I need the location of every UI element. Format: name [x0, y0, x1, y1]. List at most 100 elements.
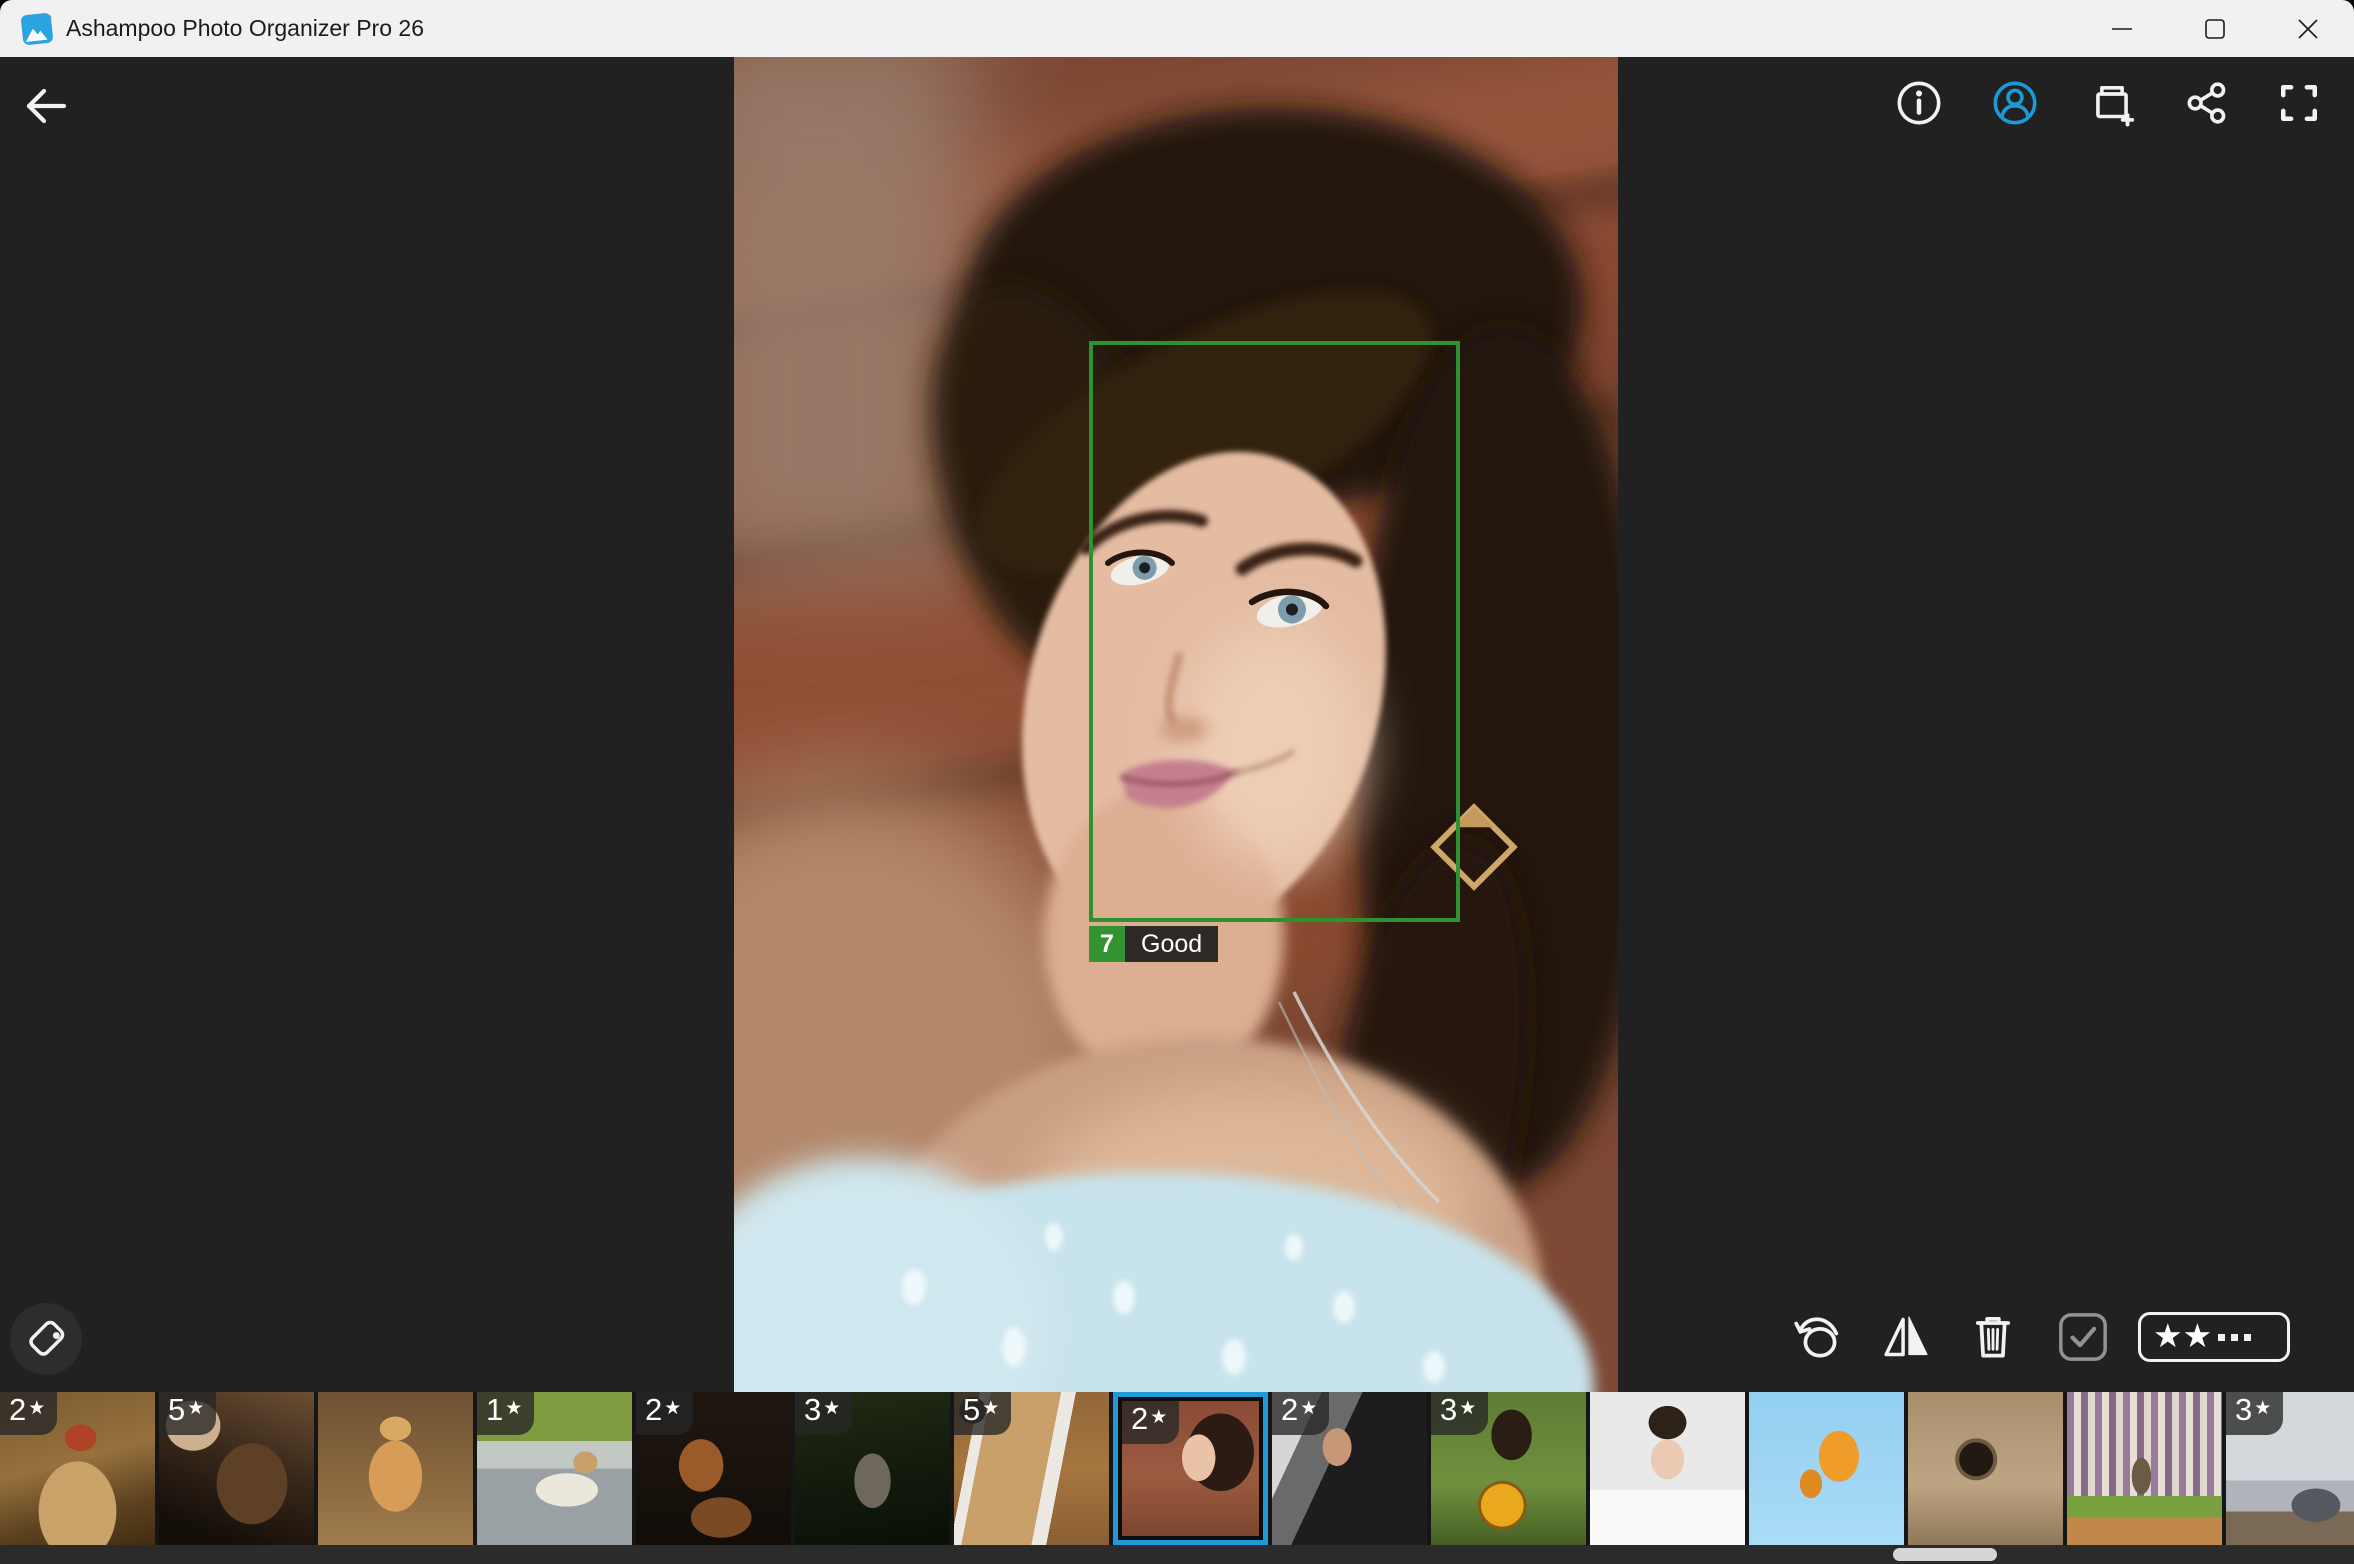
- filmstrip-scrollbar-track[interactable]: [0, 1545, 2354, 1564]
- info-button[interactable]: [1890, 74, 1948, 132]
- back-button[interactable]: [16, 77, 74, 135]
- thumbnail-image: 5 ★: [954, 1392, 1109, 1545]
- thumbnail-orange-cat[interactable]: [318, 1392, 473, 1545]
- rating-badge-star-icon: ★: [1459, 1397, 1476, 1419]
- star-rating-stars: ★★: [2153, 1322, 2251, 1352]
- face-score-badge: 7: [1089, 926, 1125, 962]
- tag-button[interactable]: [10, 1303, 82, 1375]
- thumbnail-siamese-cat[interactable]: 5 ★: [159, 1392, 314, 1545]
- thumbnail-image: [1908, 1392, 2063, 1545]
- rating-badge-number: 3: [2235, 1394, 2252, 1427]
- rotate-left-button[interactable]: [1791, 1308, 1849, 1366]
- thumbnail-woman-in-black[interactable]: 2 ★: [1272, 1392, 1427, 1545]
- rating-badge-star-icon: ★: [664, 1397, 681, 1419]
- thumbnail-balcony-cat[interactable]: [2067, 1392, 2222, 1545]
- thumbnail-orange-flowers[interactable]: [1749, 1392, 1904, 1545]
- thumbnail-image: 2 ★: [636, 1392, 791, 1545]
- thumbnail-cat-on-pavement[interactable]: 1 ★: [477, 1392, 632, 1545]
- thumbnail-image: [1749, 1392, 1904, 1545]
- window-controls: [2075, 0, 2354, 57]
- star-empty-dot: [2218, 1334, 2225, 1341]
- thumbnail-gray-cat-window[interactable]: 3 ★: [2226, 1392, 2354, 1545]
- rating-badge: 2 ★: [1122, 1401, 1179, 1444]
- maximize-button[interactable]: [2168, 0, 2261, 57]
- close-icon: [2284, 5, 2332, 53]
- rating-badge-star-icon: ★: [28, 1397, 45, 1419]
- thumbnail-kitten[interactable]: 3 ★: [795, 1392, 950, 1545]
- delete-button[interactable]: [1964, 1308, 2022, 1366]
- star-filled: ★: [2183, 1319, 2213, 1352]
- rating-badge-number: 2: [9, 1394, 26, 1427]
- face-recognition-icon: [1988, 76, 2042, 130]
- thumbnail-dark-orange-cat[interactable]: 2 ★: [636, 1392, 791, 1545]
- star-rating-control[interactable]: ★★: [2138, 1312, 2290, 1362]
- rating-badge-number: 5: [963, 1394, 980, 1427]
- filmstrip-scrollbar-thumb[interactable]: [1893, 1548, 1997, 1561]
- app-window: Ashampoo Photo Organizer Pro 26: [0, 0, 2354, 1564]
- thumbnail-image: 2 ★: [1122, 1401, 1259, 1536]
- thumbnail-ladybug[interactable]: 2 ★: [0, 1392, 155, 1545]
- fullscreen-button[interactable]: [2270, 74, 2328, 132]
- thumbnail-woman-sunflower[interactable]: 3 ★: [1431, 1392, 1586, 1545]
- thumbnail-image: 1 ★: [477, 1392, 632, 1545]
- thumbnail-photo-book-cat[interactable]: 5 ★: [954, 1392, 1109, 1545]
- rating-badge: 2 ★: [1272, 1392, 1329, 1435]
- thumbnail-image: [318, 1392, 473, 1545]
- thumbnail-image: 5 ★: [159, 1392, 314, 1545]
- star-filled: ★: [2153, 1319, 2183, 1352]
- rating-badge-number: 2: [1131, 1403, 1148, 1436]
- thumbnail-image: [1590, 1392, 1745, 1545]
- photo: 7 Good: [734, 57, 1618, 1392]
- rating-badge-number: 1: [486, 1394, 503, 1427]
- rating-badge: 2 ★: [636, 1392, 693, 1435]
- rating-badge-number: 3: [1440, 1394, 1457, 1427]
- thumbnail-image: [2067, 1392, 2222, 1545]
- filmstrip: 2 ★ 5 ★ 1 ★ 2 ★: [0, 1392, 2354, 1545]
- rating-badge-star-icon: ★: [187, 1397, 204, 1419]
- back-arrow-icon: [17, 78, 73, 134]
- thumbnail-image: 3 ★: [795, 1392, 950, 1545]
- thumbnail-cat-tree[interactable]: [1908, 1392, 2063, 1545]
- flip-horizontal-icon: [1878, 1309, 1934, 1365]
- rating-badge-star-icon: ★: [2254, 1397, 2271, 1419]
- trash-icon: [1965, 1309, 2021, 1365]
- star-empty-dot: [2244, 1334, 2251, 1341]
- viewer-area: 7 Good: [0, 57, 2354, 1392]
- rating-badge-number: 2: [645, 1394, 662, 1427]
- rating-badge-star-icon: ★: [823, 1397, 840, 1419]
- add-to-album-button[interactable]: [2083, 74, 2141, 132]
- flip-horizontal-button[interactable]: [1877, 1308, 1935, 1366]
- minimize-icon: [2098, 5, 2146, 53]
- face-quality-label: Good: [1125, 926, 1218, 962]
- rating-badge: 3 ★: [1431, 1392, 1488, 1435]
- face-detection-box[interactable]: [1089, 341, 1460, 922]
- rating-badge: 1 ★: [477, 1392, 534, 1435]
- face-recognition-button[interactable]: [1986, 74, 2044, 132]
- face-detection-label: 7 Good: [1089, 926, 1218, 962]
- star-empty-dot: [2231, 1334, 2238, 1341]
- rating-badge-star-icon: ★: [505, 1397, 522, 1419]
- thumbnail-image: 3 ★: [2226, 1392, 2354, 1545]
- minimize-button[interactable]: [2075, 0, 2168, 57]
- rotate-left-icon: [1792, 1309, 1848, 1365]
- rating-badge-star-icon: ★: [1150, 1406, 1167, 1428]
- select-checkbox[interactable]: [2054, 1308, 2112, 1366]
- rating-badge-number: 5: [168, 1394, 185, 1427]
- rating-badge-number: 2: [1281, 1394, 1298, 1427]
- share-button[interactable]: [2178, 74, 2236, 132]
- thumbnail-woman-bun[interactable]: [1590, 1392, 1745, 1545]
- window-title: Ashampoo Photo Organizer Pro 26: [66, 15, 424, 42]
- rating-badge-star-icon: ★: [1300, 1397, 1317, 1419]
- rating-badge: 5 ★: [159, 1392, 216, 1435]
- close-button[interactable]: [2261, 0, 2354, 57]
- thumbnail-image: 3 ★: [1431, 1392, 1586, 1545]
- thumbnail-image: 2 ★: [0, 1392, 155, 1545]
- rating-badge-star-icon: ★: [982, 1397, 999, 1419]
- thumbnail-woman-portrait[interactable]: 2 ★: [1113, 1392, 1268, 1545]
- rating-badge: 2 ★: [0, 1392, 57, 1435]
- maximize-icon: [2191, 5, 2239, 53]
- add-to-album-icon: [2085, 76, 2139, 130]
- checkmark-icon: [2055, 1309, 2111, 1365]
- titlebar: Ashampoo Photo Organizer Pro 26: [0, 0, 2354, 57]
- rating-badge-number: 3: [804, 1394, 821, 1427]
